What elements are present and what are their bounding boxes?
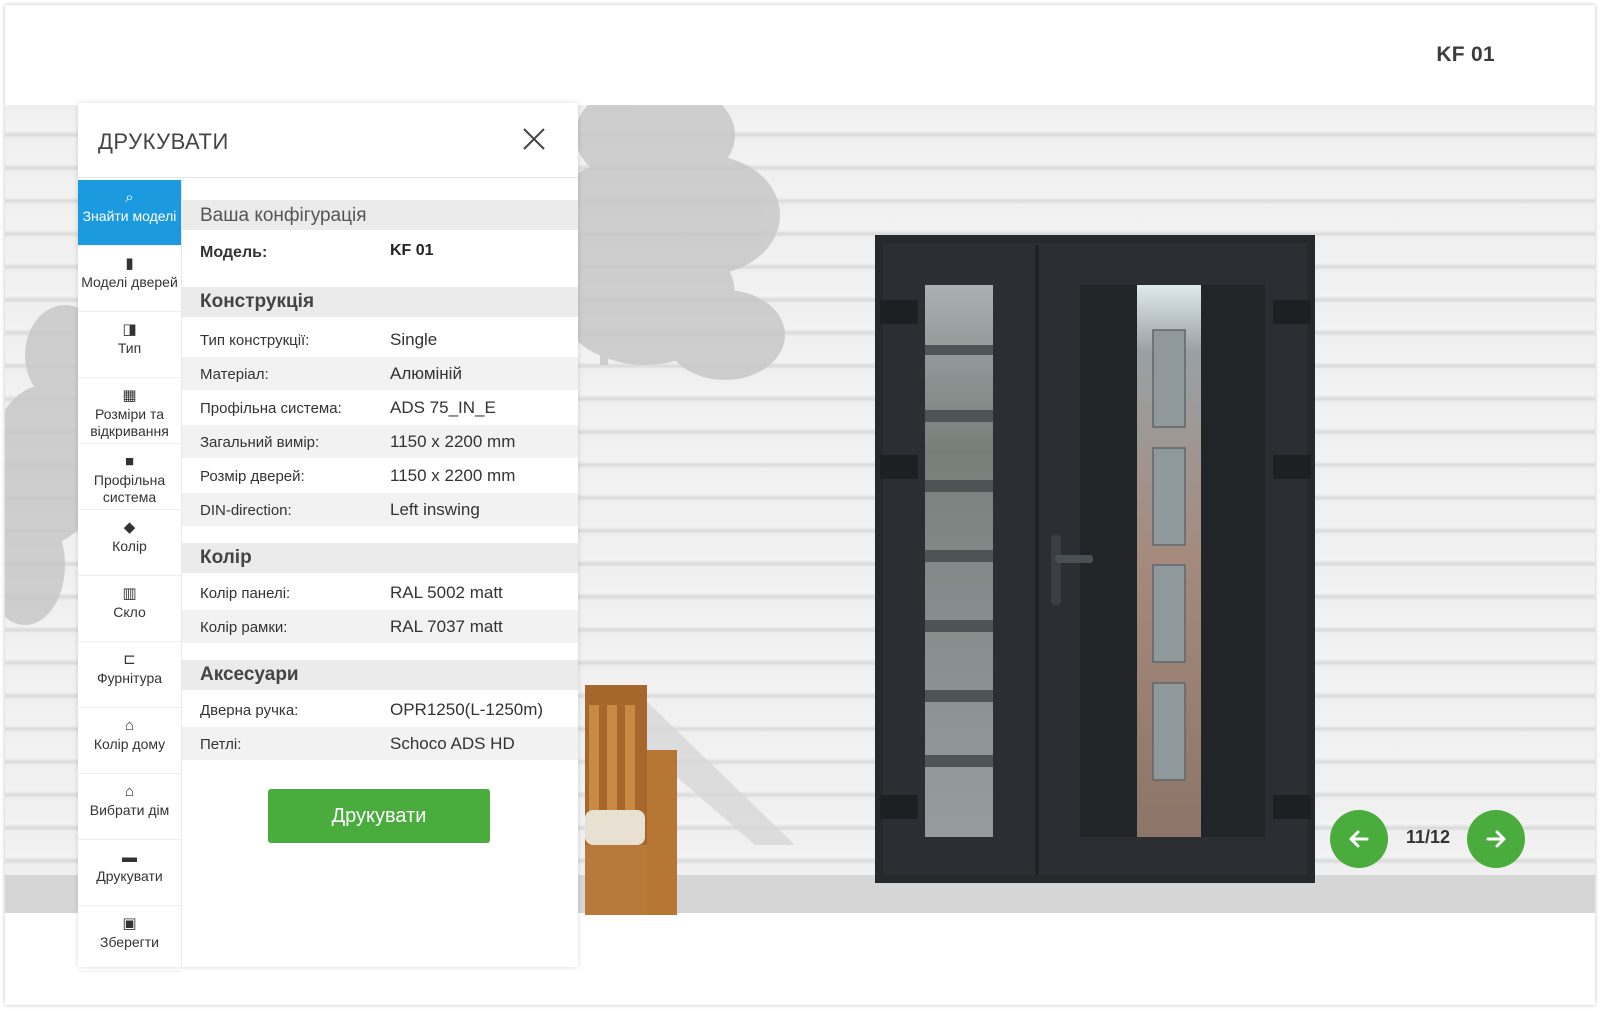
config-row: Матеріал: Алюміній	[182, 357, 578, 390]
section-title: Конструкція	[200, 291, 315, 312]
glass-icon: ▥	[122, 585, 137, 602]
sidebar-item-label: Розміри та відкривання	[90, 406, 169, 439]
sidebar-item-glass[interactable]: ▥ Скло	[78, 576, 181, 642]
row-value: 1150 x 2200 mm	[390, 466, 516, 485]
row-label: Дверна ручка:	[200, 702, 299, 719]
row-value: Schoco ADS HD	[390, 734, 515, 753]
close-icon	[523, 128, 545, 150]
config-heading: Ваша конфігурація	[182, 200, 578, 230]
row-label: Розмір дверей:	[200, 468, 305, 485]
row-value: ADS 75_IN_E	[390, 398, 496, 417]
search-icon: ⌕	[125, 189, 134, 206]
panel-title: ДРУКУВАТИ	[98, 129, 229, 154]
sidebar-item-print[interactable]: ▬ Друкувати	[78, 840, 181, 906]
row-label: DIN-direction:	[200, 502, 292, 519]
row-value: RAL 7037 matt	[390, 617, 503, 636]
sidebar-item-find-models[interactable]: ⌕ Знайти моделі	[78, 180, 181, 246]
sidebar-item-label: Колір дому	[93, 736, 166, 752]
config-row: Дверна ручка: OPR1250(L-1250m)	[182, 693, 578, 726]
pager-count: 11/12	[1405, 827, 1451, 847]
arrow-right-icon	[1486, 830, 1506, 848]
sidebar-item-label: Моделі дверей	[81, 274, 178, 290]
sidebar-item-label: Знайти моделі	[82, 208, 177, 224]
row-label: Тип конструкції:	[200, 332, 310, 349]
sidebar-item-label: Друкувати	[96, 868, 163, 884]
row-label: Петлі:	[200, 736, 242, 753]
config-row: Колір рамки: RAL 7037 matt	[182, 610, 578, 643]
section-heading-color: Колір	[182, 543, 578, 573]
configuration-summary: Ваша конфігурація Модель: KF 01 Конструк…	[182, 180, 578, 967]
config-row: Профільна система: ADS 75_IN_E	[182, 391, 578, 424]
row-value: RAL 5002 matt	[390, 583, 503, 602]
section-heading-construction: Конструкція	[182, 287, 578, 317]
model-value: KF 01	[390, 242, 434, 259]
section-title: Аксесуари	[200, 664, 299, 685]
door-icon: ▮	[125, 255, 134, 272]
row-label: Колір панелі:	[200, 585, 291, 602]
row-value: Left inswing	[390, 500, 480, 519]
config-row: Загальний вимір: 1150 x 2200 mm	[182, 425, 578, 458]
print-button[interactable]: Друкувати	[268, 789, 490, 843]
close-button[interactable]	[520, 125, 548, 153]
print-panel: ДРУКУВАТИ ⌕ Знайти моделі ▮ Моделі двере…	[78, 103, 578, 972]
sidebar-item-door-models[interactable]: ▮ Моделі дверей	[78, 246, 181, 312]
sidebar-item-label: Профільна система	[93, 472, 166, 505]
sidebar-nav: ⌕ Знайти моделі ▮ Моделі дверей ◨ Тип ▦ …	[78, 180, 182, 972]
config-row: Петлі: Schoco ADS HD	[182, 727, 578, 760]
row-value: OPR1250(L-1250m)	[390, 700, 544, 719]
sidebar-item-color[interactable]: ◆ Колір	[78, 510, 181, 576]
sidebar-item-label: Тип	[117, 340, 142, 356]
model-label: Модель:	[200, 244, 268, 261]
bench-image	[585, 685, 795, 915]
previous-model-button[interactable]	[1330, 810, 1388, 868]
save-icon: ▣	[122, 915, 137, 932]
sidebar-item-sizes[interactable]: ▦ Розміри та відкривання	[78, 378, 181, 444]
sidebar-item-label: Скло	[113, 604, 146, 620]
sidebar-item-choose-house[interactable]: ⌂ Вибрати дім	[78, 774, 181, 840]
config-heading-text: Ваша конфігурація	[200, 205, 367, 226]
config-row: Колір панелі: RAL 5002 matt	[182, 576, 578, 609]
handle-icon: ⊏	[123, 651, 136, 668]
config-row: Тип конструкції: Single	[182, 323, 578, 356]
sidebar-item-hardware[interactable]: ⊏ Фурнітура	[78, 642, 181, 708]
sidebar-item-label: Зберегти	[99, 934, 159, 950]
house-color-icon: ⌂	[124, 717, 135, 734]
door-image	[875, 235, 1315, 883]
sidebar-item-label: Вибрати дім	[89, 802, 170, 818]
model-row: Модель: KF 01	[182, 235, 578, 268]
model-pager: 11/12	[1330, 810, 1525, 870]
row-value: Алюміній	[390, 364, 462, 383]
house-icon: ⌂	[124, 783, 135, 800]
config-row: DIN-direction: Left inswing	[182, 493, 578, 526]
model-title: KF 01	[1436, 43, 1495, 66]
sidebar-item-profile-system[interactable]: ■ Профільна система	[78, 444, 181, 510]
sidebar-item-house-color[interactable]: ⌂ Колір дому	[78, 708, 181, 774]
section-title: Колір	[200, 547, 252, 568]
profile-icon: ■	[124, 453, 135, 470]
sidebar-item-label: Колір	[112, 538, 147, 554]
top-bar: KF 01	[5, 5, 1595, 105]
sidebar-item-label: Фурнітура	[96, 670, 163, 686]
door-type-icon: ◨	[122, 321, 137, 338]
next-model-button[interactable]	[1467, 810, 1525, 868]
section-heading-accessories: Аксесуари	[182, 660, 578, 690]
row-label: Матеріал:	[200, 366, 269, 383]
row-label: Загальний вимір:	[200, 434, 320, 451]
row-value: Single	[390, 330, 438, 349]
app-frame: KF 01 11/12 ДРУКУВАТИ ⌕ Знайти моделі ▮ …	[5, 5, 1595, 1005]
panel-header: ДРУКУВАТИ	[78, 103, 578, 178]
arrow-left-icon	[1349, 830, 1369, 848]
sidebar-item-type[interactable]: ◨ Тип	[78, 312, 181, 378]
size-icon: ▦	[122, 387, 137, 404]
row-label: Профільна система:	[200, 400, 342, 417]
paint-bucket-icon: ◆	[123, 519, 136, 536]
row-label: Колір рамки:	[200, 619, 288, 636]
row-value: 1150 x 2200 mm	[390, 432, 516, 451]
sidebar-item-save[interactable]: ▣ Зберегти	[78, 906, 181, 972]
printer-icon: ▬	[122, 849, 137, 866]
config-row: Розмір дверей: 1150 x 2200 mm	[182, 459, 578, 492]
